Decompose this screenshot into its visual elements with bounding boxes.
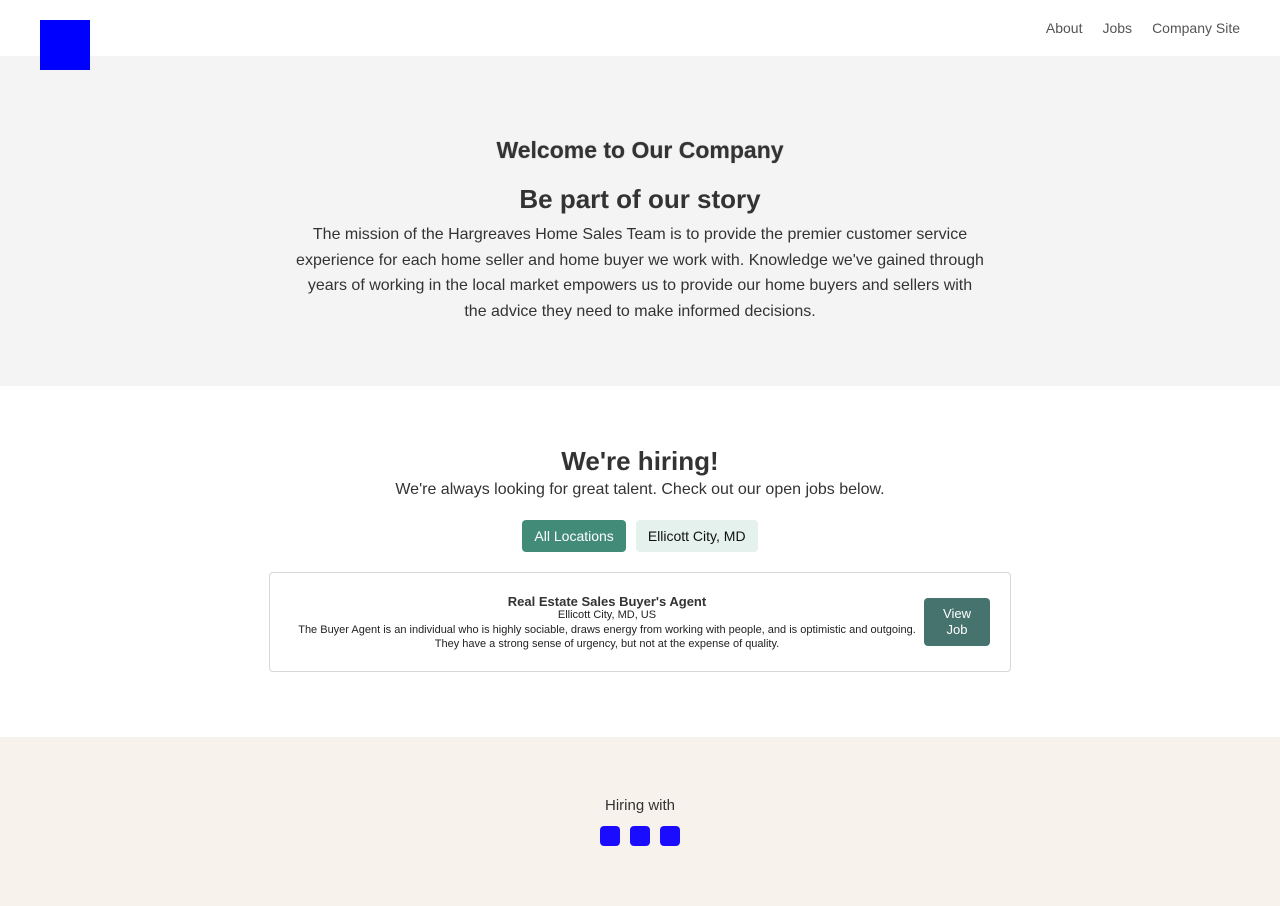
site-header: About Jobs Company Site	[0, 0, 1280, 70]
location-filters: All Locations Ellicott City, MD	[0, 520, 1280, 552]
filter-all-locations-button[interactable]: All Locations	[522, 520, 626, 552]
jobs-heading: We're hiring!	[561, 446, 719, 476]
hero-section: Welcome to Our Company Be part of our st…	[0, 56, 1280, 386]
site-footer: Hiring with	[0, 737, 1280, 906]
filter-ellicott-city-button[interactable]: Ellicott City, MD	[635, 520, 758, 552]
job-title: Real Estate Sales Buyer's Agent	[507, 594, 707, 609]
jobs-subtitle: We're always looking for great talent. C…	[395, 481, 885, 498]
view-job-button[interactable]: View Job	[924, 598, 990, 646]
tagline-heading: Be part of our story	[519, 184, 761, 214]
mission-text: The mission of the Hargreaves Home Sales…	[296, 226, 984, 321]
partner-logos	[0, 826, 1280, 846]
partner-logo-icon[interactable]	[660, 826, 680, 846]
nav-link-jobs[interactable]: Jobs	[1102, 19, 1132, 37]
job-card: Real Estate Sales Buyer's Agent Ellicott…	[269, 572, 1011, 672]
top-nav: About Jobs Company Site	[1046, 19, 1240, 37]
partner-logo-icon[interactable]	[630, 826, 650, 846]
job-info: Real Estate Sales Buyer's Agent Ellicott…	[294, 594, 920, 651]
nav-link-company-site[interactable]: Company Site	[1152, 19, 1240, 37]
job-description: The Buyer Agent is an individual who is …	[298, 624, 916, 650]
jobs-section: We're hiring! We're always looking for g…	[0, 386, 1280, 737]
welcome-heading: Welcome to Our Company	[496, 137, 784, 163]
hiring-with-label: Hiring with	[604, 797, 676, 814]
job-location: Ellicott City, MD, US	[557, 609, 657, 621]
company-logo[interactable]	[40, 20, 90, 70]
nav-link-about[interactable]: About	[1046, 19, 1083, 37]
partner-logo-icon[interactable]	[600, 826, 620, 846]
